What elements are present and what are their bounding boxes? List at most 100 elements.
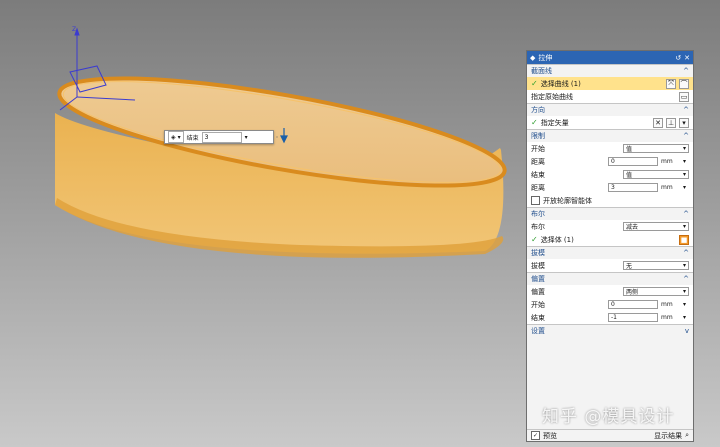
section-header-offset[interactable]: 偏置 ^: [527, 272, 693, 285]
start-limit-select[interactable]: 值 ▾: [623, 144, 689, 153]
body-icon[interactable]: ■: [679, 234, 689, 245]
chevron-down-icon[interactable]: ▾: [680, 157, 689, 166]
chevron-up-icon: ^: [683, 132, 689, 140]
chevron-up-icon: ^: [683, 249, 689, 257]
chevron-down-icon: ▾: [682, 262, 686, 269]
section-header-section[interactable]: 截面线 ^: [527, 64, 693, 77]
chevron-up-icon: ^: [683, 106, 689, 114]
curve-icon[interactable]: ⌒: [679, 78, 689, 89]
chevron-up-icon: ^: [683, 275, 689, 283]
offset-start-input[interactable]: 0: [608, 300, 658, 309]
open-profile-row[interactable]: 开放轮廓智能体: [527, 194, 693, 207]
open-profile-label: 开放轮廓智能体: [543, 196, 592, 205]
section-title: 方向: [531, 106, 545, 114]
distance1-input[interactable]: 0: [608, 157, 658, 166]
distance1-row: 距离 0 mm ▾: [527, 155, 693, 168]
floating-end-label: 结束: [186, 134, 199, 142]
offset-end-label: 结束: [531, 313, 545, 322]
start-limit-row: 开始 值 ▾: [527, 142, 693, 155]
origin-curve-icon[interactable]: ▭: [679, 91, 689, 102]
open-profile-checkbox[interactable]: [531, 196, 540, 205]
extrude-icon: ◆: [530, 53, 536, 62]
watermark: 知乎 @模具设计: [542, 407, 675, 427]
reset-icon[interactable]: ↺: [675, 54, 681, 62]
end-limit-value: 值: [626, 172, 633, 179]
draft-select[interactable]: 无 ▾: [623, 261, 689, 270]
section-header-boolean[interactable]: 布尔 ^: [527, 207, 693, 220]
chevron-down-icon: v: [684, 327, 689, 335]
section-header-direction[interactable]: 方向 ^: [527, 103, 693, 116]
start-limit-value: 值: [626, 146, 633, 153]
distance1-unit: mm: [661, 158, 673, 165]
specify-vector-row[interactable]: ✓ 指定矢量 ✕ ⊥ ▾: [527, 116, 693, 129]
specify-origin-label: 指定原始曲线: [531, 92, 573, 101]
chevron-down-icon: ▾: [682, 223, 686, 230]
vector-dropdown-icon[interactable]: ▾: [679, 117, 689, 128]
boolean-value: 减去: [626, 224, 639, 231]
end-limit-select[interactable]: 值 ▾: [623, 170, 689, 179]
specify-vector-label: 指定矢量: [540, 118, 569, 127]
chevron-down-icon: ▾: [682, 145, 686, 152]
offset-start-label: 开始: [531, 300, 545, 309]
close-icon[interactable]: ✕: [684, 54, 690, 62]
draft-label: 拔模: [531, 261, 545, 270]
offset-start-unit: mm: [661, 301, 673, 308]
chevron-down-icon[interactable]: ▾: [245, 134, 248, 141]
section-header-limits[interactable]: 限制 ^: [527, 129, 693, 142]
boolean-select[interactable]: 减去 ▾: [623, 222, 689, 231]
select-body-row[interactable]: ✓ 选择体 (1) ■: [527, 233, 693, 246]
reverse-direction-icon[interactable]: ✕: [653, 117, 663, 128]
offset-end-row: 结束 -1 mm ▾: [527, 311, 693, 324]
offset-label: 偏置: [531, 287, 545, 296]
distance2-unit: mm: [661, 184, 673, 191]
svg-text:Z: Z: [72, 26, 76, 33]
chevron-down-icon: ▾: [177, 133, 181, 141]
section-title: 设置: [531, 327, 545, 335]
section-header-settings[interactable]: 设置 v: [527, 324, 693, 337]
select-curve-row[interactable]: ✓ 选择曲线 (1) ⤧ ⌒: [527, 77, 693, 90]
check-icon: ✓: [531, 79, 538, 88]
show-result-button[interactable]: 显示结果: [654, 431, 682, 441]
vector-icon[interactable]: ⊥: [666, 117, 676, 128]
offset-start-row: 开始 0 mm ▾: [527, 298, 693, 311]
end-label: 结束: [531, 170, 545, 179]
floating-end-input[interactable]: [201, 131, 242, 143]
offset-value: 两侧: [626, 289, 639, 296]
section-title: 限制: [531, 132, 545, 140]
distance2-input[interactable]: 3: [608, 183, 658, 192]
boolean-row: 布尔 减去 ▾: [527, 220, 693, 233]
floating-end-distance-widget[interactable]: ◈ ▾ 结束 ▾: [164, 130, 274, 144]
chevron-down-icon: ▾: [682, 171, 686, 178]
specify-origin-row[interactable]: 指定原始曲线 ▭: [527, 90, 693, 103]
chevron-up-icon: ^: [683, 210, 689, 218]
limit-type-dropdown[interactable]: ◈ ▾: [168, 131, 184, 143]
chevron-up-icon: ^: [683, 67, 689, 75]
boolean-label: 布尔: [531, 222, 545, 231]
draft-value: 无: [626, 263, 633, 270]
select-body-label: 选择体 (1): [540, 235, 574, 244]
chevron-down-icon: ▾: [682, 288, 686, 295]
end-limit-row: 结束 值 ▾: [527, 168, 693, 181]
magnifier-icon[interactable]: ⌕: [685, 431, 689, 440]
value-icon: ◈: [171, 133, 176, 141]
section-header-draft[interactable]: 拔模 ^: [527, 246, 693, 259]
dialog-titlebar: ◆ 拉伸 ↺ ✕: [527, 51, 693, 64]
distance2-row: 距离 3 mm ▾: [527, 181, 693, 194]
check-icon: ✓: [531, 118, 538, 127]
offset-row: 偏置 两侧 ▾: [527, 285, 693, 298]
offset-select[interactable]: 两侧 ▾: [623, 287, 689, 296]
section-title: 拔模: [531, 249, 545, 257]
check-icon: ✓: [531, 235, 538, 244]
chevron-down-icon[interactable]: ▾: [680, 300, 689, 309]
select-curve-label: 选择曲线 (1): [540, 79, 581, 88]
chevron-down-icon[interactable]: ▾: [680, 313, 689, 322]
offset-end-unit: mm: [661, 314, 673, 321]
chevron-down-icon[interactable]: ▾: [680, 183, 689, 192]
section-title: 布尔: [531, 210, 545, 218]
extrude-dialog: ◆ 拉伸 ↺ ✕ 截面线 ^ ✓ 选择曲线 (1) ⤧ ⌒ 指定原始曲线 ▭ 方…: [526, 50, 694, 442]
section-title: 截面线: [531, 67, 552, 75]
offset-end-input[interactable]: -1: [608, 313, 658, 322]
sketch-section-icon[interactable]: ⤧: [666, 78, 676, 89]
preview-label: 预览: [543, 431, 557, 440]
preview-checkbox[interactable]: ✓: [531, 431, 540, 440]
